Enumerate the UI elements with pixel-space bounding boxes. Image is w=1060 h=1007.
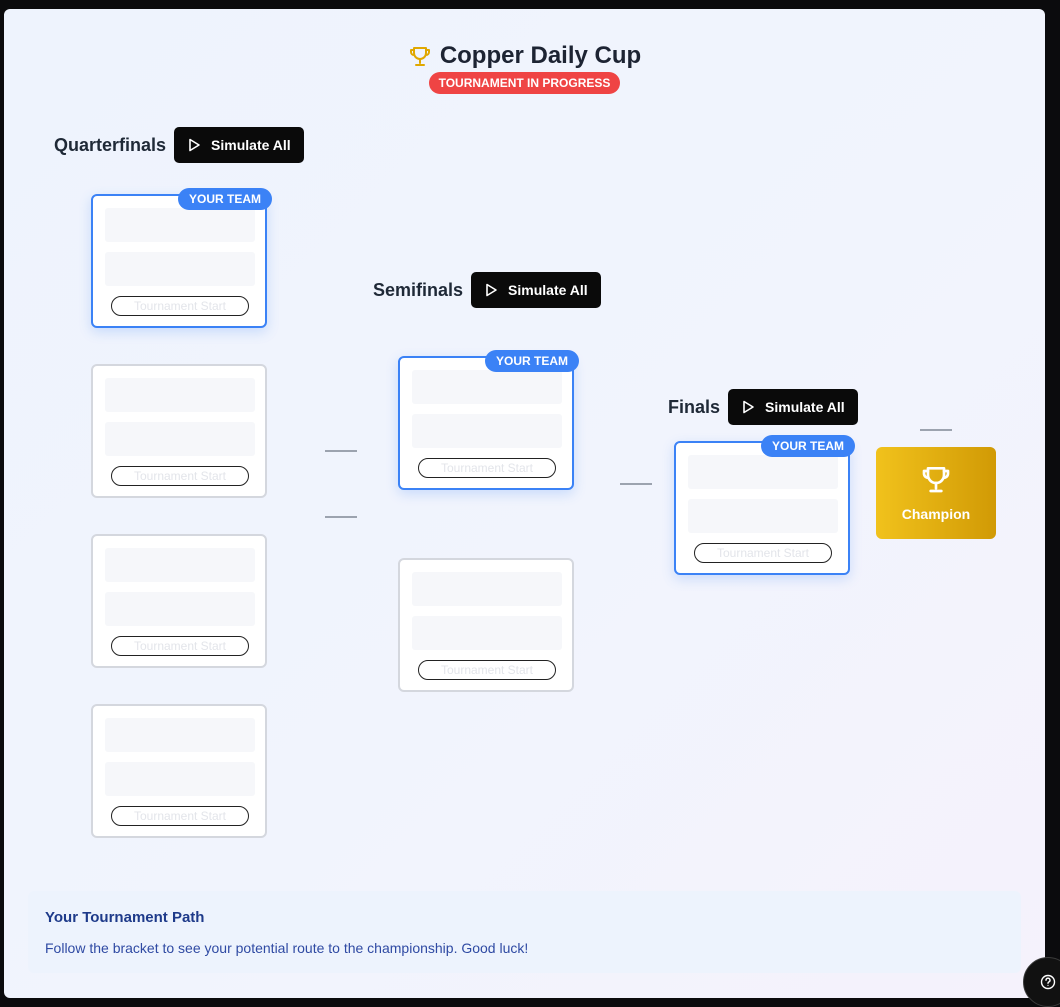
team-slot (105, 422, 255, 456)
match-status-pill: Tournament Start (418, 660, 556, 680)
bracket-connector (620, 483, 652, 485)
team-slot (105, 718, 255, 752)
bracket-connector (920, 429, 952, 431)
path-info-text: Follow the bracket to see your potential… (45, 940, 529, 956)
team-slot (105, 208, 255, 242)
help-icon (1040, 974, 1056, 990)
team-slot (105, 548, 255, 582)
your-team-badge: YOUR TEAM (761, 435, 855, 457)
match-status-pill: Tournament Start (418, 458, 556, 478)
bracket-connector (325, 516, 357, 518)
team-slot (412, 616, 562, 650)
team-slot (688, 499, 838, 533)
your-team-badge: YOUR TEAM (485, 350, 579, 372)
match-card-qf1[interactable]: Tournament Start YOUR TEAM (91, 188, 272, 328)
play-icon (743, 400, 754, 414)
simulate-all-quarterfinals-button[interactable]: Simulate All (174, 127, 304, 163)
team-slot (412, 572, 562, 606)
simulate-all-label: Simulate All (765, 399, 845, 415)
play-icon (189, 138, 200, 152)
team-slot (105, 762, 255, 796)
tournament-header: Copper Daily Cup (4, 42, 1045, 73)
help-button[interactable] (1023, 957, 1060, 1007)
status-badge: TOURNAMENT IN PROGRESS (429, 72, 620, 94)
round-title-finals: Finals (668, 396, 721, 417)
simulate-all-label: Simulate All (508, 282, 588, 298)
team-slot (105, 378, 255, 412)
trophy-icon (409, 47, 430, 66)
round-header-finals: Finals Simulate All (668, 389, 858, 425)
match-status-pill: Tournament Start (111, 636, 249, 656)
team-slot (105, 592, 255, 626)
simulate-all-semifinals-button[interactable]: Simulate All (471, 272, 601, 308)
match-status-pill: Tournament Start (111, 806, 249, 826)
path-info-title: Your Tournament Path (45, 909, 205, 926)
trophy-icon (922, 467, 950, 493)
simulate-all-finals-button[interactable]: Simulate All (728, 389, 858, 425)
your-team-badge: YOUR TEAM (178, 188, 272, 210)
play-icon (486, 283, 497, 297)
match-card-sf1[interactable]: Tournament Start YOUR TEAM (398, 350, 579, 490)
tournament-panel: Copper Daily Cup TOURNAMENT IN PROGRESS … (4, 9, 1045, 998)
match-card-qf3[interactable]: Tournament Start (91, 534, 267, 668)
champion-card: Champion (876, 447, 996, 539)
team-slot (105, 252, 255, 286)
match-status-pill: Tournament Start (111, 296, 249, 316)
page-title: Copper Daily Cup (439, 42, 642, 69)
match-card-sf2[interactable]: Tournament Start (398, 558, 574, 692)
match-status-pill: Tournament Start (111, 466, 249, 486)
simulate-all-label: Simulate All (211, 137, 291, 153)
team-slot (412, 414, 562, 448)
bracket-connector (325, 450, 357, 452)
team-slot (412, 370, 562, 404)
round-title-semifinals: Semifinals (373, 279, 464, 300)
match-card-qf2[interactable]: Tournament Start (91, 364, 267, 498)
match-card-final[interactable]: Tournament Start YOUR TEAM (674, 435, 855, 575)
champion-label: Champion (901, 506, 971, 522)
match-card-qf4[interactable]: Tournament Start (91, 704, 267, 838)
match-status-pill: Tournament Start (694, 543, 832, 563)
round-title-quarterfinals: Quarterfinals (54, 134, 167, 155)
team-slot (688, 455, 838, 489)
round-header-quarterfinals: Quarterfinals Simulate All (54, 127, 304, 163)
round-header-semifinals: Semifinals Simulate All (373, 272, 601, 308)
tournament-path-info: Your Tournament Path Follow the bracket … (28, 891, 1021, 973)
